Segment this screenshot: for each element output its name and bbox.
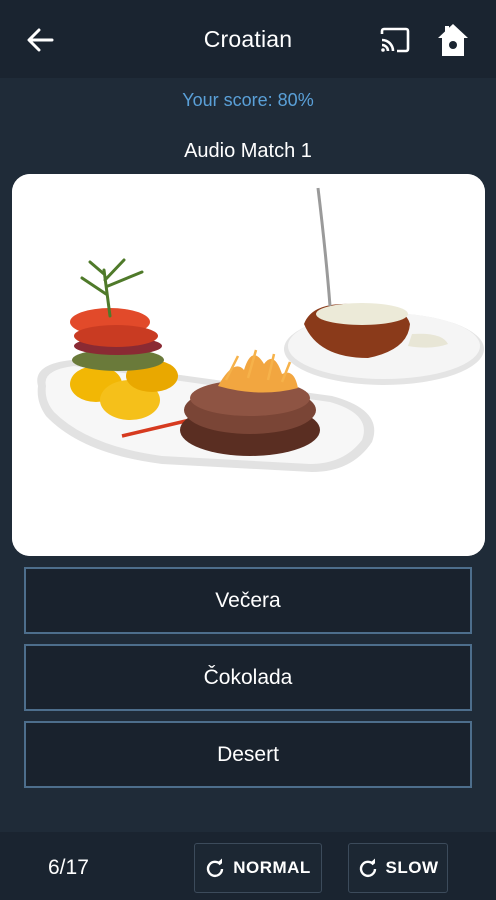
- home-icon: [438, 24, 468, 56]
- answer-option-2[interactable]: Čokolada: [24, 644, 472, 711]
- answer-option-1[interactable]: Večera: [24, 567, 472, 634]
- play-normal-button[interactable]: NORMAL: [194, 843, 322, 893]
- play-slow-label: SLOW: [385, 858, 439, 877]
- bottom-bar: 6/17 NORMAL SLOW: [0, 832, 496, 900]
- home-button[interactable]: [436, 22, 470, 58]
- replay-icon: [359, 858, 376, 878]
- replay-icon: [207, 858, 224, 878]
- page-title: Croatian: [203, 25, 293, 52]
- app-bar: Croatian: [0, 0, 496, 78]
- question-progress: 6/17: [48, 856, 89, 879]
- play-slow-button[interactable]: SLOW: [348, 843, 448, 893]
- answer-option-3[interactable]: Desert: [24, 721, 472, 788]
- food-photo: [12, 174, 485, 556]
- cast-icon: [380, 27, 410, 53]
- play-normal-label: NORMAL: [233, 858, 311, 877]
- score-text: Your score: 80%: [182, 90, 314, 110]
- back-button[interactable]: [22, 24, 58, 56]
- quiz-title: Audio Match 1: [184, 140, 312, 162]
- cast-button[interactable]: [378, 26, 412, 54]
- arrow-back-icon: [27, 28, 54, 52]
